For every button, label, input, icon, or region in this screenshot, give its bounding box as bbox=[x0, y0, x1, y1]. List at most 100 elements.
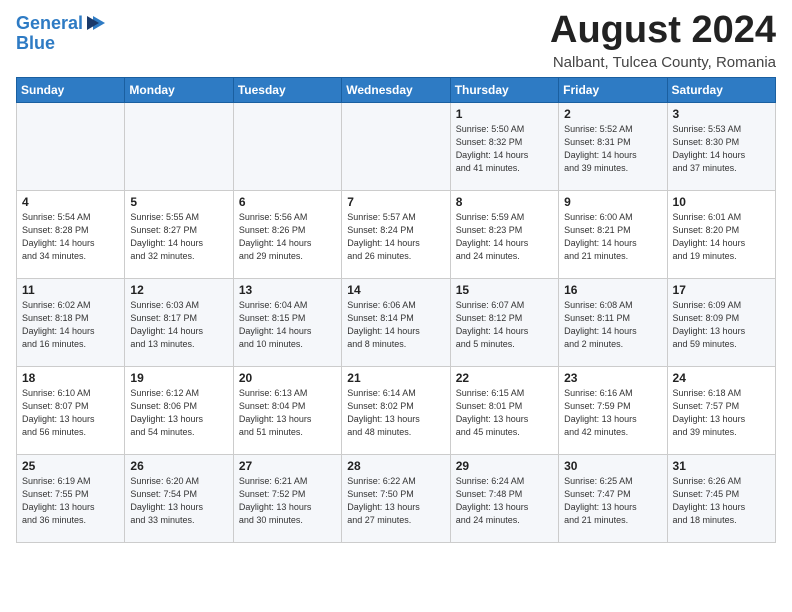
calendar-header: SundayMondayTuesdayWednesdayThursdayFrid… bbox=[17, 77, 776, 102]
day-cell: 9Sunrise: 6:00 AM Sunset: 8:21 PM Daylig… bbox=[559, 190, 667, 278]
day-number: 27 bbox=[239, 459, 336, 473]
day-cell: 3 Sunrise: 5:53 AM Sunset: 8:30 PM Daylig… bbox=[667, 102, 775, 190]
day-cell bbox=[17, 102, 125, 190]
day-cell: 6Sunrise: 5:56 AM Sunset: 8:26 PM Daylig… bbox=[233, 190, 341, 278]
day-info: Sunrise: 6:04 AM Sunset: 8:15 PM Dayligh… bbox=[239, 299, 336, 351]
day-info: Sunrise: 6:18 AM Sunset: 7:57 PM Dayligh… bbox=[673, 387, 770, 439]
logo-text2: Blue bbox=[16, 34, 107, 54]
day-cell: 11 Sunrise: 6:02 AM Sunset: 8:18 PM Dayli… bbox=[17, 278, 125, 366]
day-cell: 16 Sunrise: 6:08 AM Sunset: 8:11 PM Dayli… bbox=[559, 278, 667, 366]
logo-text: General bbox=[16, 14, 83, 34]
week-row-5: 25 Sunrise: 6:19 AM Sunset: 7:55 PM Dayli… bbox=[17, 454, 776, 542]
day-info: Sunrise: 5:54 AM Sunset: 8:28 PM Dayligh… bbox=[22, 211, 119, 263]
day-number: 29 bbox=[456, 459, 553, 473]
day-cell: 29 Sunrise: 6:24 AM Sunset: 7:48 PM Dayli… bbox=[450, 454, 558, 542]
day-cell: 28 Sunrise: 6:22 AM Sunset: 7:50 PM Dayli… bbox=[342, 454, 450, 542]
day-cell: 27 Sunrise: 6:21 AM Sunset: 7:52 PM Dayli… bbox=[233, 454, 341, 542]
day-header-sunday: Sunday bbox=[17, 77, 125, 102]
day-info: Sunrise: 6:00 AM Sunset: 8:21 PM Dayligh… bbox=[564, 211, 661, 263]
day-info: Sunrise: 6:14 AM Sunset: 8:02 PM Dayligh… bbox=[347, 387, 444, 439]
day-info: Sunrise: 6:06 AM Sunset: 8:14 PM Dayligh… bbox=[347, 299, 444, 351]
day-number: 2 bbox=[564, 107, 661, 121]
day-info: Sunrise: 5:57 AM Sunset: 8:24 PM Dayligh… bbox=[347, 211, 444, 263]
day-cell: 10Sunrise: 6:01 AM Sunset: 8:20 PM Dayli… bbox=[667, 190, 775, 278]
page: General Blue August 2024 Nalbant, Tulcea… bbox=[0, 0, 792, 559]
day-info: Sunrise: 6:21 AM Sunset: 7:52 PM Dayligh… bbox=[239, 475, 336, 527]
day-number: 10 bbox=[673, 195, 770, 209]
day-cell: 17Sunrise: 6:09 AM Sunset: 8:09 PM Dayli… bbox=[667, 278, 775, 366]
day-cell: 18Sunrise: 6:10 AM Sunset: 8:07 PM Dayli… bbox=[17, 366, 125, 454]
day-info: Sunrise: 6:26 AM Sunset: 7:45 PM Dayligh… bbox=[673, 475, 770, 527]
day-number: 7 bbox=[347, 195, 444, 209]
day-info: Sunrise: 6:15 AM Sunset: 8:01 PM Dayligh… bbox=[456, 387, 553, 439]
day-cell: 21 Sunrise: 6:14 AM Sunset: 8:02 PM Dayli… bbox=[342, 366, 450, 454]
day-cell: 1Sunrise: 5:50 AM Sunset: 8:32 PM Daylig… bbox=[450, 102, 558, 190]
day-info: Sunrise: 6:02 AM Sunset: 8:18 PM Dayligh… bbox=[22, 299, 119, 351]
day-info: Sunrise: 6:07 AM Sunset: 8:12 PM Dayligh… bbox=[456, 299, 553, 351]
day-cell: 5 Sunrise: 5:55 AM Sunset: 8:27 PM Daylig… bbox=[125, 190, 233, 278]
day-info: Sunrise: 6:08 AM Sunset: 8:11 PM Dayligh… bbox=[564, 299, 661, 351]
week-row-4: 18Sunrise: 6:10 AM Sunset: 8:07 PM Dayli… bbox=[17, 366, 776, 454]
subtitle: Nalbant, Tulcea County, Romania bbox=[550, 54, 776, 71]
day-cell: 20 Sunrise: 6:13 AM Sunset: 8:04 PM Dayli… bbox=[233, 366, 341, 454]
day-number: 30 bbox=[564, 459, 661, 473]
header-row: SundayMondayTuesdayWednesdayThursdayFrid… bbox=[17, 77, 776, 102]
day-cell: 14 Sunrise: 6:06 AM Sunset: 8:14 PM Dayli… bbox=[342, 278, 450, 366]
calendar: SundayMondayTuesdayWednesdayThursdayFrid… bbox=[16, 77, 776, 543]
day-number: 31 bbox=[673, 459, 770, 473]
day-cell bbox=[342, 102, 450, 190]
day-number: 11 bbox=[22, 283, 119, 297]
day-cell: 15 Sunrise: 6:07 AM Sunset: 8:12 PM Dayli… bbox=[450, 278, 558, 366]
day-cell: 8 Sunrise: 5:59 AM Sunset: 8:23 PM Daylig… bbox=[450, 190, 558, 278]
day-number: 3 bbox=[673, 107, 770, 121]
day-number: 26 bbox=[130, 459, 227, 473]
day-number: 19 bbox=[130, 371, 227, 385]
week-row-2: 4Sunrise: 5:54 AM Sunset: 8:28 PM Daylig… bbox=[17, 190, 776, 278]
day-info: Sunrise: 5:55 AM Sunset: 8:27 PM Dayligh… bbox=[130, 211, 227, 263]
header: General Blue August 2024 Nalbant, Tulcea… bbox=[16, 10, 776, 71]
day-number: 12 bbox=[130, 283, 227, 297]
day-info: Sunrise: 5:50 AM Sunset: 8:32 PM Dayligh… bbox=[456, 123, 553, 175]
day-number: 18 bbox=[22, 371, 119, 385]
day-number: 22 bbox=[456, 371, 553, 385]
day-info: Sunrise: 6:16 AM Sunset: 7:59 PM Dayligh… bbox=[564, 387, 661, 439]
day-info: Sunrise: 6:09 AM Sunset: 8:09 PM Dayligh… bbox=[673, 299, 770, 351]
logo: General Blue bbox=[16, 14, 107, 54]
day-cell: 4Sunrise: 5:54 AM Sunset: 8:28 PM Daylig… bbox=[17, 190, 125, 278]
week-row-1: 1Sunrise: 5:50 AM Sunset: 8:32 PM Daylig… bbox=[17, 102, 776, 190]
day-info: Sunrise: 5:53 AM Sunset: 8:30 PM Dayligh… bbox=[673, 123, 770, 175]
day-number: 13 bbox=[239, 283, 336, 297]
day-number: 25 bbox=[22, 459, 119, 473]
day-cell: 30Sunrise: 6:25 AM Sunset: 7:47 PM Dayli… bbox=[559, 454, 667, 542]
day-number: 28 bbox=[347, 459, 444, 473]
day-cell: 12Sunrise: 6:03 AM Sunset: 8:17 PM Dayli… bbox=[125, 278, 233, 366]
day-cell bbox=[233, 102, 341, 190]
day-info: Sunrise: 5:59 AM Sunset: 8:23 PM Dayligh… bbox=[456, 211, 553, 263]
main-title: August 2024 bbox=[550, 10, 776, 52]
day-info: Sunrise: 6:24 AM Sunset: 7:48 PM Dayligh… bbox=[456, 475, 553, 527]
day-cell: 7 Sunrise: 5:57 AM Sunset: 8:24 PM Daylig… bbox=[342, 190, 450, 278]
day-number: 20 bbox=[239, 371, 336, 385]
day-cell: 19 Sunrise: 6:12 AM Sunset: 8:06 PM Dayli… bbox=[125, 366, 233, 454]
day-cell: 24 Sunrise: 6:18 AM Sunset: 7:57 PM Dayli… bbox=[667, 366, 775, 454]
day-info: Sunrise: 6:12 AM Sunset: 8:06 PM Dayligh… bbox=[130, 387, 227, 439]
day-number: 14 bbox=[347, 283, 444, 297]
logo-icon bbox=[85, 12, 107, 34]
day-info: Sunrise: 6:13 AM Sunset: 8:04 PM Dayligh… bbox=[239, 387, 336, 439]
day-number: 16 bbox=[564, 283, 661, 297]
day-info: Sunrise: 5:52 AM Sunset: 8:31 PM Dayligh… bbox=[564, 123, 661, 175]
day-info: Sunrise: 5:56 AM Sunset: 8:26 PM Dayligh… bbox=[239, 211, 336, 263]
day-number: 5 bbox=[130, 195, 227, 209]
day-cell: 22 Sunrise: 6:15 AM Sunset: 8:01 PM Dayli… bbox=[450, 366, 558, 454]
day-cell bbox=[125, 102, 233, 190]
day-number: 8 bbox=[456, 195, 553, 209]
day-number: 24 bbox=[673, 371, 770, 385]
day-info: Sunrise: 6:20 AM Sunset: 7:54 PM Dayligh… bbox=[130, 475, 227, 527]
day-cell: 26 Sunrise: 6:20 AM Sunset: 7:54 PM Dayli… bbox=[125, 454, 233, 542]
day-number: 15 bbox=[456, 283, 553, 297]
day-header-tuesday: Tuesday bbox=[233, 77, 341, 102]
week-row-3: 11 Sunrise: 6:02 AM Sunset: 8:18 PM Dayli… bbox=[17, 278, 776, 366]
day-number: 21 bbox=[347, 371, 444, 385]
day-info: Sunrise: 6:22 AM Sunset: 7:50 PM Dayligh… bbox=[347, 475, 444, 527]
day-info: Sunrise: 6:19 AM Sunset: 7:55 PM Dayligh… bbox=[22, 475, 119, 527]
